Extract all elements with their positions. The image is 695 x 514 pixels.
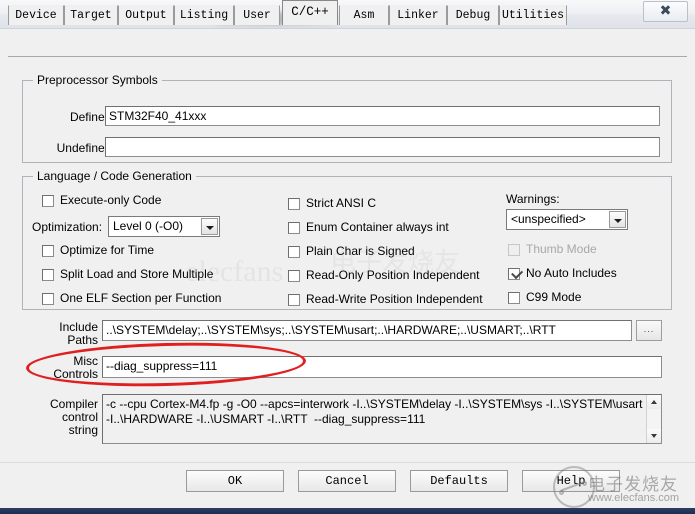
tab-target[interactable]: Target [64, 5, 118, 25]
checkbox-c99-mode[interactable] [508, 292, 520, 304]
undefine-label: Undefine: [38, 141, 108, 155]
checkbox-label-thumb-mode: Thumb Mode [526, 242, 597, 256]
undefine-input[interactable] [105, 137, 660, 157]
warnings-label: Warnings: [506, 192, 560, 206]
include-paths-label-line1: Include [28, 320, 98, 334]
compiler-control-string-text: -c --cpu Cortex-M4.fp -g -O0 --apcs=inte… [106, 397, 644, 427]
compiler-control-string[interactable]: -c --cpu Cortex-M4.fp -g -O0 --apcs=inte… [102, 394, 662, 444]
misc-controls-label-line1: Misc [28, 354, 98, 368]
checkbox-label-plain-char-is-signed: Plain Char is Signed [306, 244, 415, 258]
compiler-string-label-line3: string [28, 423, 98, 437]
tab-listing[interactable]: Listing [174, 5, 234, 25]
checkbox-execute-only-code[interactable] [42, 195, 54, 207]
compiler-string-label-line1: Compiler [28, 397, 98, 411]
ellipsis-icon: ... [637, 324, 661, 334]
checkbox-one-elf-section-per-function[interactable] [42, 293, 54, 305]
include-paths-browse-button[interactable]: ... [636, 320, 662, 341]
chevron-down-icon[interactable] [201, 218, 218, 235]
checkbox-split-load-and-store-multiple[interactable] [42, 269, 54, 281]
checkbox-label-one-elf-section-per-function: One ELF Section per Function [60, 291, 221, 305]
optimization-value: Level 0 (-O0) [113, 219, 183, 233]
preprocessor-group-title: Preprocessor Symbols [33, 73, 162, 87]
help-button[interactable]: Help [522, 470, 620, 492]
checkbox-plain-char-is-signed[interactable] [288, 246, 300, 258]
checkbox-label-c99-mode: C99 Mode [526, 290, 581, 304]
include-paths-label-line2: Paths [28, 333, 98, 347]
misc-controls-input[interactable]: --diag_suppress=111 [102, 356, 662, 378]
warnings-value: <unspecified> [511, 212, 586, 226]
tab-output[interactable]: Output [118, 5, 174, 25]
checkbox-no-auto-includes[interactable] [508, 268, 520, 280]
close-button[interactable]: ✖ [643, 1, 688, 22]
checkbox-label-execute-only-code: Execute-only Code [60, 193, 161, 207]
desktop-taskbar-edge [0, 508, 695, 514]
tab-device[interactable]: Device [8, 5, 64, 25]
scroll-up-icon[interactable] [647, 395, 661, 409]
chevron-down-icon-warnings[interactable] [609, 211, 626, 228]
misc-controls-label-line2: Controls [28, 367, 98, 381]
checkbox-label-split-load-and-store-multiple: Split Load and Store Multiple [60, 267, 213, 281]
warnings-select[interactable]: <unspecified> [506, 209, 628, 230]
tab-linker[interactable]: Linker [389, 5, 447, 25]
tab-user[interactable]: User [234, 5, 280, 25]
compiler-string-scrollbar[interactable] [646, 395, 661, 443]
include-paths-input[interactable]: ..\SYSTEM\delay;..\SYSTEM\sys;..\SYSTEM\… [102, 320, 632, 341]
defaults-button[interactable]: Defaults [410, 470, 508, 492]
checkbox-label-optimize-for-time: Optimize for Time [60, 243, 154, 257]
checkbox-label-enum-container-always-int: Enum Container always int [306, 220, 449, 234]
tab-c-c[interactable]: C/C++ [282, 0, 338, 25]
checkbox-strict-ansi-c[interactable] [288, 198, 300, 210]
checkbox-enum-container-always-int[interactable] [288, 222, 300, 234]
ok-button[interactable]: OK [186, 470, 284, 492]
tab-utilities[interactable]: Utilities [499, 5, 567, 25]
cancel-button[interactable]: Cancel [298, 470, 396, 492]
checkbox-read-only-position-independent[interactable] [288, 270, 300, 282]
optimization-select[interactable]: Level 0 (-O0) [108, 216, 220, 237]
checkbox-label-strict-ansi-c: Strict ANSI C [306, 196, 376, 210]
options-dialog: µV Options for Target 'template' ✖ Devic… [0, 0, 695, 514]
define-input[interactable]: STM32F40_41xxx [105, 106, 660, 126]
checkbox-label-read-write-position-independent: Read-Write Position Independent [306, 292, 483, 306]
checkbox-label-no-auto-includes: No Auto Includes [526, 266, 617, 280]
checkbox-thumb-mode [508, 244, 520, 256]
optimization-label: Optimization: [32, 220, 102, 234]
close-icon: ✖ [644, 3, 687, 19]
checkbox-optimize-for-time[interactable] [42, 245, 54, 257]
language-group-title: Language / Code Generation [33, 169, 196, 183]
compiler-string-label-line2: control [28, 410, 98, 424]
tab-debug[interactable]: Debug [447, 5, 499, 25]
checkbox-read-write-position-independent[interactable] [288, 294, 300, 306]
checkbox-label-read-only-position-independent: Read-Only Position Independent [306, 268, 479, 282]
tab-asm[interactable]: Asm [339, 5, 389, 25]
scroll-down-icon[interactable] [647, 429, 661, 443]
define-label: Define: [38, 110, 108, 124]
